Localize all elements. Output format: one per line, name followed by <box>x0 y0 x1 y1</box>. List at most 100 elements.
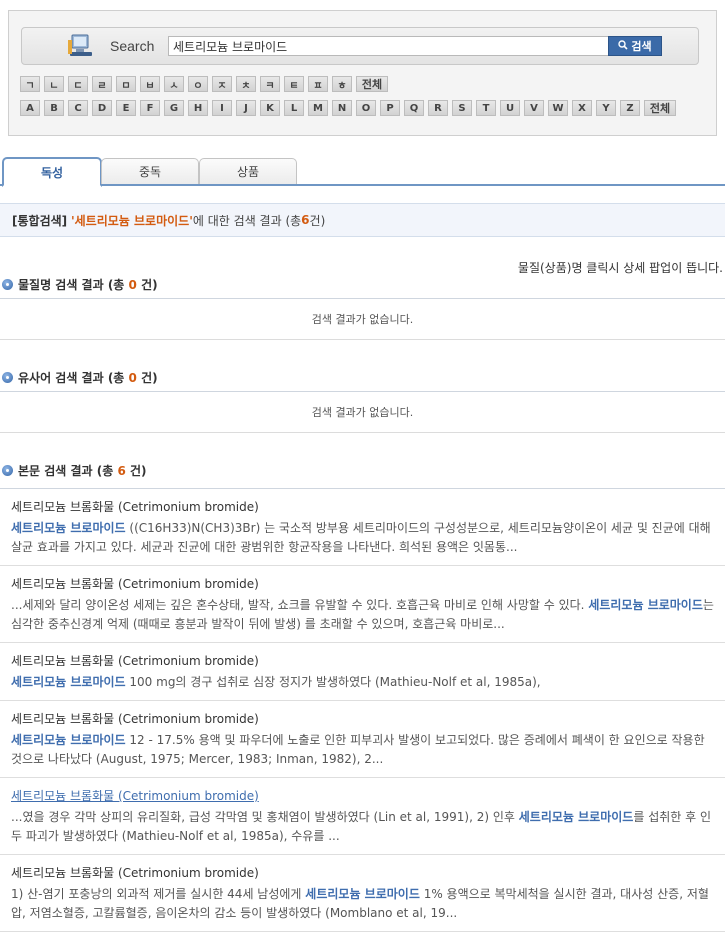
korean-key[interactable]: ㅌ <box>284 76 304 92</box>
korean-key[interactable]: ㅇ <box>188 76 208 92</box>
latin-key[interactable]: J <box>236 100 256 116</box>
substance-empty-message: 검색 결과가 없습니다. <box>0 298 725 340</box>
search-panel: Search 검색 ㄱㄴㄷㄹㅁㅂㅅㅇㅈㅊㅋㅌㅍㅎ전체 ABCDEFGHIJKLM… <box>8 10 717 136</box>
result-title-link[interactable]: 세트리모늄 브롬화물 (Cetrimonium bromide) <box>11 652 715 669</box>
korean-key[interactable]: ㅅ <box>164 76 184 92</box>
latin-key[interactable]: L <box>284 100 304 116</box>
korean-key[interactable]: ㄹ <box>92 76 112 92</box>
korean-index-row: ㄱㄴㄷㄹㅁㅂㅅㅇㅈㅊㅋㅌㅍㅎ 전체 <box>20 76 388 92</box>
snippet-text: 100 mg의 경구 섭취로 심장 정지가 발생하였다 (Mathieu-Nol… <box>125 675 541 689</box>
latin-key[interactable]: K <box>260 100 280 116</box>
result-item: 세트리모늄 브롬화물 (Cetrimonium bromide) ...였을 경우… <box>0 778 725 855</box>
popup-note: 물질(상품)명 클릭시 상세 팝업이 뜹니다. <box>517 261 723 275</box>
bullet-icon <box>2 372 13 383</box>
korean-key[interactable]: ㅍ <box>308 76 328 92</box>
korean-key[interactable]: ㅊ <box>236 76 256 92</box>
korean-key[interactable]: ㅂ <box>140 76 160 92</box>
korean-key[interactable]: ㄷ <box>68 76 88 92</box>
latin-key[interactable]: N <box>332 100 352 116</box>
bullet-icon <box>2 279 13 290</box>
latin-key[interactable]: H <box>188 100 208 116</box>
result-title-link[interactable]: 세트리모늄 브롬화물 (Cetrimonium bromide) <box>11 498 715 515</box>
result-title-link[interactable]: 세트리모늄 브롬화물 (Cetrimonium bromide) <box>11 710 715 727</box>
search-button[interactable]: 검색 <box>608 36 662 56</box>
alphabet-index-row: A B C D E F G H I J K L M N O P Q R S T U V W X Y Z 전체 <box>20 100 676 116</box>
korean-key[interactable]: ㅋ <box>260 76 280 92</box>
latin-all-key[interactable]: 전체 <box>644 100 676 116</box>
tab-poisoning[interactable]: 중독 <box>101 158 199 184</box>
latin-key[interactable]: Q <box>404 100 424 116</box>
latin-key[interactable]: R <box>428 100 448 116</box>
korean-all-key[interactable]: 전체 <box>356 76 388 92</box>
bullet-icon <box>2 465 13 476</box>
latin-key[interactable]: W <box>548 100 568 116</box>
latin-key[interactable]: A <box>20 100 40 116</box>
latin-key[interactable]: T <box>476 100 496 116</box>
highlight-keyword[interactable]: 세트리모늄 브로마이드 <box>11 675 126 689</box>
tab-products[interactable]: 상품 <box>199 158 297 184</box>
latin-key[interactable]: Y <box>596 100 616 116</box>
search-input[interactable] <box>168 36 612 56</box>
section-label: 본문 검색 결과 (총 <box>18 464 118 478</box>
highlight-keyword[interactable]: 세트리모늄 브로마이드 <box>519 810 634 824</box>
result-title-link[interactable]: 세트리모늄 브롬화물 (Cetrimonium bromide) <box>11 787 715 804</box>
search-button-label: 검색 <box>631 40 652 53</box>
search-bar: Search 검색 <box>21 27 699 65</box>
summary-keyword: '세트리모늄 브로마이드' <box>70 213 193 228</box>
synonym-section-title: 유사어 검색 결과 (총 0 건) <box>2 369 158 386</box>
result-item: 세트리모늄 브롬화물 (Cetrimonium bromide) 1) 산-염기 … <box>0 855 725 932</box>
section-label: 물질명 검색 결과 (총 <box>18 278 129 292</box>
section-suffix: 건) <box>125 464 147 478</box>
highlight-keyword[interactable]: 세트리모늄 브로마이드 <box>11 733 126 747</box>
latin-key[interactable]: I <box>212 100 232 116</box>
summary-text: 에 대한 검색 결과 (총 <box>192 213 302 228</box>
snippet-text: 1) 산-염기 포충낭의 외과적 제거를 실시한 44세 남성에게 <box>11 887 306 901</box>
section-suffix: 건) <box>136 371 158 385</box>
latin-key[interactable]: M <box>308 100 328 116</box>
result-tabs: 독성 중독 상품 <box>0 157 725 187</box>
highlight-keyword[interactable]: 세트리모늄 브로마이드 <box>305 887 420 901</box>
substance-section-title: 물질명 검색 결과 (총 0 건) <box>2 276 158 293</box>
result-snippet: ...였을 경우 각막 상피의 유리질화, 급성 각막염 및 홍채염이 발생하였… <box>11 808 715 846</box>
synonym-empty-message: 검색 결과가 없습니다. <box>0 391 725 433</box>
latin-key[interactable]: V <box>524 100 544 116</box>
result-item: 세트리모늄 브롬화물 (Cetrimonium bromide) 세트리모늄 브로… <box>0 701 725 778</box>
result-title-link[interactable]: 세트리모늄 브롬화물 (Cetrimonium bromide) <box>11 575 715 592</box>
korean-key[interactable]: ㅁ <box>116 76 136 92</box>
latin-key[interactable]: U <box>500 100 520 116</box>
latin-key[interactable]: Z <box>620 100 640 116</box>
section-count: 0 <box>128 371 137 385</box>
highlight-keyword[interactable]: 세트리모늄 브로마이드 <box>588 598 703 612</box>
latin-key[interactable]: B <box>44 100 64 116</box>
tab-toxicity[interactable]: 독성 <box>2 157 102 187</box>
korean-key[interactable]: ㅎ <box>332 76 352 92</box>
result-item: 세트리모늄 브롬화물 (Cetrimonium bromide) 세트리모늄 브로… <box>0 489 725 566</box>
latin-key[interactable]: S <box>452 100 472 116</box>
korean-key[interactable]: ㅈ <box>212 76 232 92</box>
latin-key[interactable]: F <box>140 100 160 116</box>
body-results-list: 세트리모늄 브롬화물 (Cetrimonium bromide) 세트리모늄 브로… <box>0 488 725 932</box>
summary-tag: [통합검색] <box>12 213 68 228</box>
section-count: 0 <box>128 278 137 292</box>
korean-key[interactable]: ㄴ <box>44 76 64 92</box>
result-title-link[interactable]: 세트리모늄 브롬화물 (Cetrimonium bromide) <box>11 864 715 881</box>
latin-key[interactable]: X <box>572 100 592 116</box>
latin-key[interactable]: C <box>68 100 88 116</box>
latin-key[interactable]: O <box>356 100 376 116</box>
latin-key[interactable]: G <box>164 100 184 116</box>
snippet-text: ...세제와 달리 양이온성 세제는 깊은 혼수상태, 발작, 쇼크를 유발할 … <box>11 598 589 612</box>
result-snippet: 세트리모늄 브로마이드 12 - 17.5% 용액 및 파우더에 노출로 인한 … <box>11 731 715 769</box>
korean-key[interactable]: ㄱ <box>20 76 40 92</box>
highlight-keyword[interactable]: 세트리모늄 브로마이드 <box>11 521 126 535</box>
section-label: 유사어 검색 결과 (총 <box>18 371 129 385</box>
latin-key[interactable]: E <box>116 100 136 116</box>
tab-label: 독성 <box>40 165 64 180</box>
latin-key[interactable]: D <box>92 100 112 116</box>
search-summary: [통합검색] '세트리모늄 브로마이드' 에 대한 검색 결과 (총 6 건) <box>0 203 725 237</box>
result-snippet: 세트리모늄 브로마이드 100 mg의 경구 섭취로 심장 정지가 발생하였다 … <box>11 673 715 692</box>
result-snippet: 1) 산-염기 포충낭의 외과적 제거를 실시한 44세 남성에게 세트리모늄 … <box>11 885 715 923</box>
result-snippet: ...세제와 달리 양이온성 세제는 깊은 혼수상태, 발작, 쇼크를 유발할 … <box>11 596 715 634</box>
body-section-title: 본문 검색 결과 (총 6 건) <box>2 462 147 479</box>
latin-key[interactable]: P <box>380 100 400 116</box>
result-snippet: 세트리모늄 브로마이드 ((C16H33)N(CH3)3Br) 는 국소적 방부… <box>11 519 715 557</box>
